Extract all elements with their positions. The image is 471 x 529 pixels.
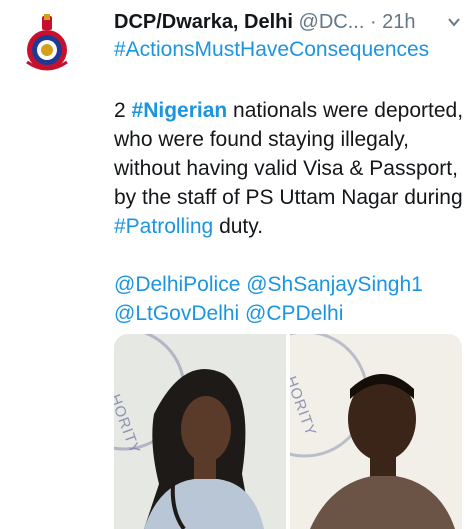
body-text-part: duty. (213, 215, 264, 238)
mention-shsanjaysingh1[interactable]: @ShSanjaySingh1 (246, 273, 423, 296)
avatar[interactable] (14, 10, 80, 76)
tweet-card[interactable]: DCP/Dwarka, Delhi @DC... · 21h #ActionsM… (0, 0, 471, 529)
photo-woman[interactable]: HORITY (114, 334, 286, 529)
photo-man[interactable]: HORITY (290, 334, 462, 529)
mentions: @DelhiPolice @ShSanjaySingh1 @LtGovDelhi… (114, 270, 464, 328)
tweet-body: 2 #Nigerian nationals were deported, who… (114, 96, 464, 241)
hashtag-actions-must-have-consequences[interactable]: #ActionsMustHaveConsequences (114, 36, 429, 64)
chevron-down-icon[interactable] (446, 14, 462, 30)
photo-grid: HORITY HORITY (114, 334, 462, 529)
delhi-police-emblem-icon (26, 14, 68, 71)
tweet-header: DCP/Dwarka, Delhi @DC... · 21h (114, 8, 464, 36)
timestamp[interactable]: 21h (382, 11, 415, 33)
mention-cpdelhi[interactable]: @CPDelhi (245, 302, 343, 325)
body-text-part: 2 (114, 99, 132, 122)
hashtag-patrolling[interactable]: #Patrolling (114, 215, 213, 238)
author-name[interactable]: DCP/Dwarka, Delhi (114, 11, 293, 33)
mention-ltgovdelhi[interactable]: @LtGovDelhi (114, 302, 239, 325)
hashtag-nigerian[interactable]: #Nigerian (132, 99, 228, 122)
mention-delhipolice[interactable]: @DelhiPolice (114, 273, 240, 296)
author-handle[interactable]: @DC... (299, 11, 365, 33)
photo-woman-image (114, 334, 286, 529)
separator: · (369, 11, 377, 33)
